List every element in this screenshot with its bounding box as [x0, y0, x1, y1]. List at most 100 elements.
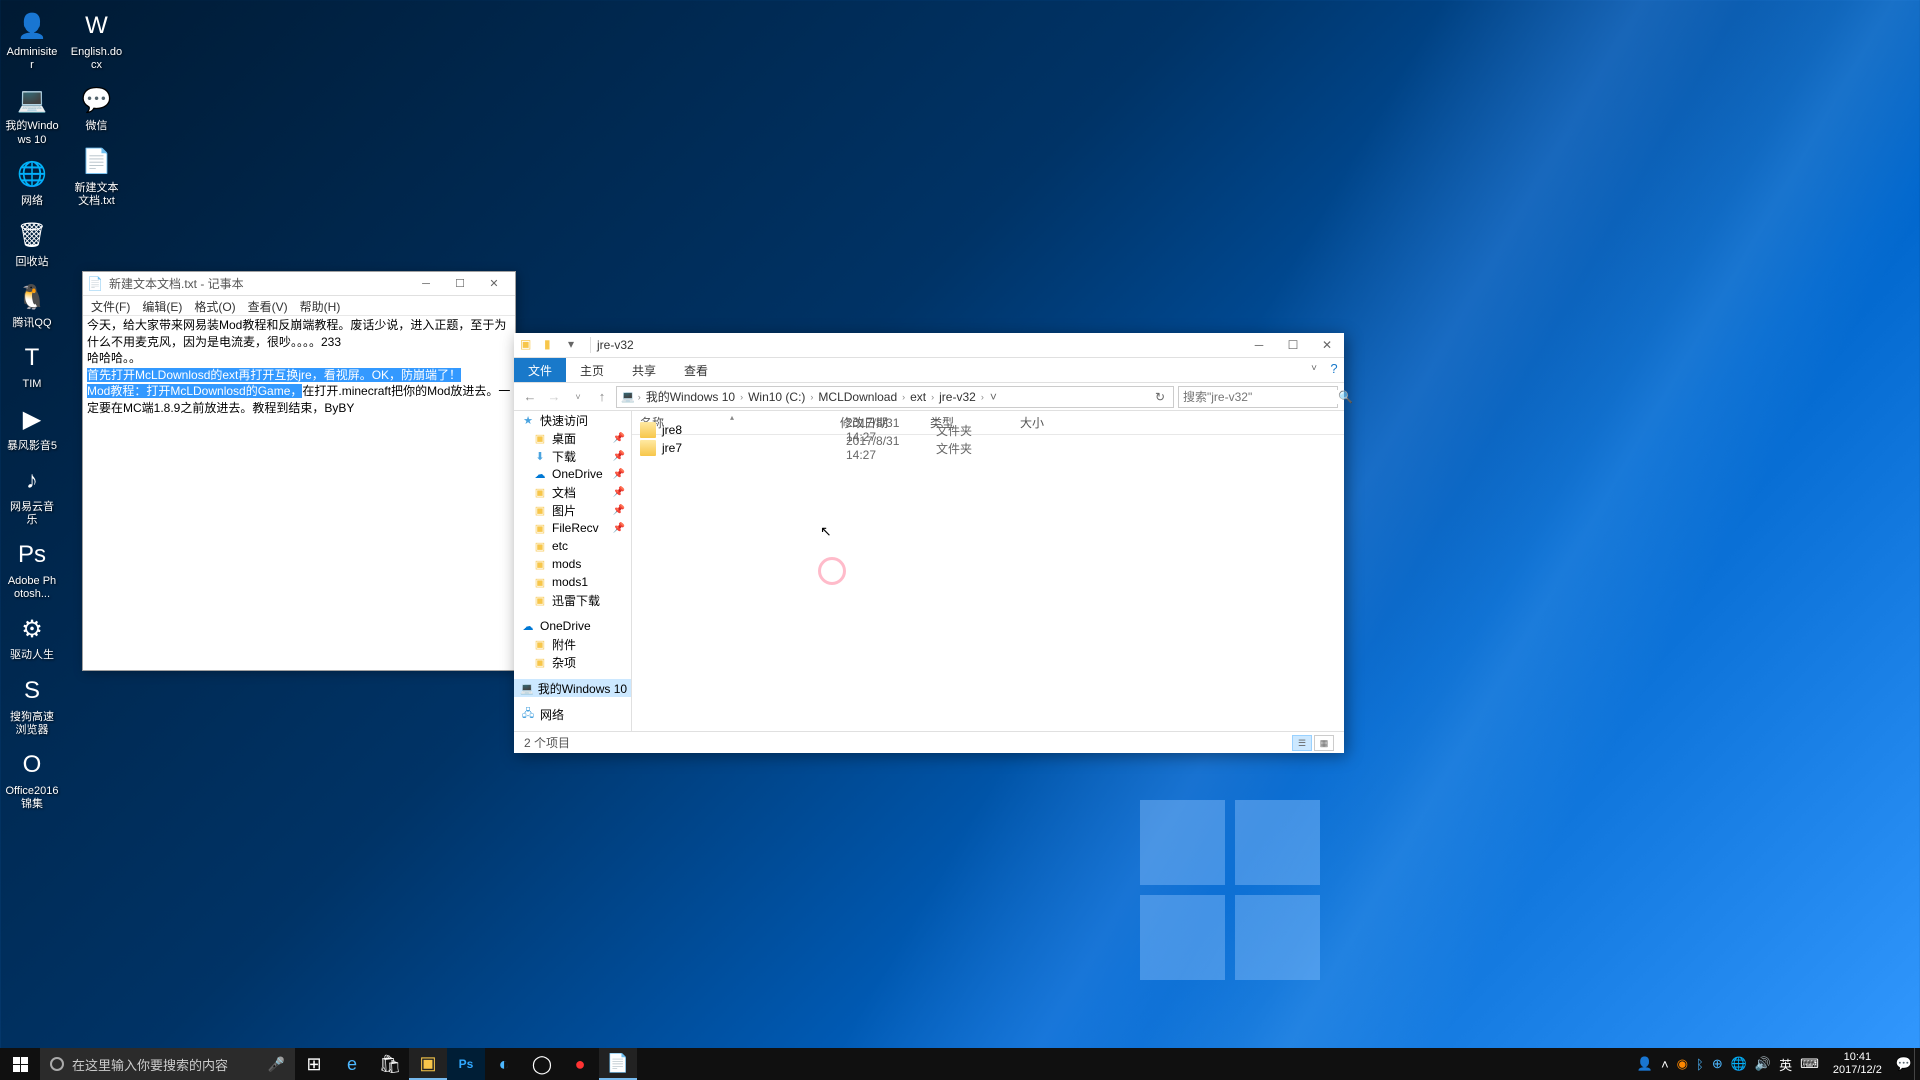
- nav-item[interactable]: 💻我的Windows 10: [514, 679, 631, 697]
- volume-icon[interactable]: 🔊: [1755, 1056, 1771, 1072]
- menu-item[interactable]: 格式(O): [188, 296, 241, 315]
- address-bar[interactable]: 💻 › 我的Windows 10›Win10 (C:)›MCLDownload›…: [616, 386, 1174, 408]
- mic-icon[interactable]: 🎤: [268, 1056, 285, 1073]
- nav-item[interactable]: 🖧网络: [514, 705, 631, 723]
- nav-item[interactable]: ▣迅雷下载: [514, 591, 631, 609]
- menu-item[interactable]: 文件(F): [85, 296, 136, 315]
- menu-item[interactable]: 查看(V): [242, 296, 294, 315]
- chevron-right-icon[interactable]: ›: [899, 392, 908, 402]
- back-button[interactable]: ←: [520, 387, 540, 407]
- qat-icon[interactable]: ▮: [544, 337, 560, 353]
- ribbon-tab[interactable]: 共享: [618, 358, 670, 382]
- breadcrumb[interactable]: MCLDownload: [816, 390, 899, 404]
- chevron-right-icon[interactable]: ›: [928, 392, 937, 402]
- icons-view-button[interactable]: ▦: [1314, 735, 1334, 751]
- chevron-right-icon[interactable]: ›: [807, 392, 816, 402]
- maximize-button[interactable]: ☐: [443, 273, 477, 295]
- desktop-icon[interactable]: 🗑回收站: [5, 220, 59, 269]
- ime-icon[interactable]: ⌨: [1800, 1056, 1819, 1072]
- search-input[interactable]: [1183, 390, 1338, 404]
- search-icon[interactable]: 🔍: [1338, 390, 1353, 404]
- breadcrumb[interactable]: ext: [908, 390, 928, 404]
- nav-pane[interactable]: ★快速访问▣桌面📌⬇下载📌☁OneDrive📌▣文档📌▣图片📌▣FileRecv…: [514, 411, 632, 731]
- desktop-icon[interactable]: TTIM: [5, 342, 59, 391]
- nav-item[interactable]: ⬇下载📌: [514, 447, 631, 465]
- ribbon-tab[interactable]: 文件: [514, 358, 566, 382]
- nav-item[interactable]: ▣附件: [514, 635, 631, 653]
- record-button[interactable]: ●: [561, 1048, 599, 1080]
- qat-dropdown-icon[interactable]: ▾: [568, 337, 584, 353]
- details-view-button[interactable]: ☰: [1292, 735, 1312, 751]
- nav-item[interactable]: ▣mods1: [514, 573, 631, 591]
- task-view-button[interactable]: ⊞: [295, 1048, 333, 1080]
- taskbar-search[interactable]: 在这里输入你要搜索的内容 🎤: [40, 1048, 295, 1080]
- minimize-button[interactable]: ─: [1242, 333, 1276, 357]
- desktop-icon[interactable]: S搜狗高速浏览器: [5, 675, 59, 737]
- photoshop-button[interactable]: Ps: [447, 1048, 485, 1080]
- browser-button[interactable]: ◐: [485, 1048, 523, 1080]
- maximize-button[interactable]: ☐: [1276, 333, 1310, 357]
- desktop-icon[interactable]: WEnglish.docx: [69, 10, 123, 72]
- close-button[interactable]: ✕: [477, 273, 511, 295]
- notifications-icon[interactable]: 💬: [1896, 1056, 1912, 1072]
- desktop-icon[interactable]: OOffice2016 锦集: [5, 749, 59, 811]
- edge-button[interactable]: e: [333, 1048, 371, 1080]
- ime-indicator[interactable]: 英: [1779, 1055, 1792, 1074]
- desktop-icon[interactable]: 💬微信: [69, 84, 123, 133]
- address-dropdown-icon[interactable]: ˅: [987, 390, 1000, 404]
- desktop-icon[interactable]: 📄新建文本文档.txt: [69, 146, 123, 208]
- file-pane[interactable]: 名称 修改日期 类型 大小 ▴ jre82017/8/31 14:27文件夹jr…: [632, 411, 1344, 731]
- ribbon-tab[interactable]: 主页: [566, 358, 618, 382]
- notepad-taskbar-button[interactable]: 📄: [599, 1048, 637, 1080]
- nav-item[interactable]: ▣文档📌: [514, 483, 631, 501]
- clock[interactable]: 10:41 2017/12/2: [1827, 1051, 1888, 1077]
- nav-item[interactable]: ▣桌面📌: [514, 429, 631, 447]
- refresh-icon[interactable]: ↻: [1151, 390, 1169, 404]
- up-button[interactable]: ↑: [592, 387, 612, 407]
- explorer-window[interactable]: ▣ ▮ ▾ jre-v32 ─ ☐ ✕ 文件主页共享查看 ˅ ? ← → ˅ ↑…: [514, 333, 1344, 753]
- chevron-right-icon[interactable]: ›: [978, 392, 987, 402]
- nav-item[interactable]: ☁OneDrive: [514, 617, 631, 635]
- start-button[interactable]: [0, 1048, 40, 1080]
- nav-item[interactable]: ▣mods: [514, 555, 631, 573]
- file-row[interactable]: jre82017/8/31 14:27文件夹: [632, 421, 1344, 439]
- ribbon-tab[interactable]: 查看: [670, 358, 722, 382]
- forward-button[interactable]: →: [544, 387, 564, 407]
- desktop-icon[interactable]: PsAdobe Photosh...: [5, 539, 59, 601]
- explorer-titlebar[interactable]: ▣ ▮ ▾ jre-v32 ─ ☐ ✕: [514, 333, 1344, 358]
- chevron-right-icon[interactable]: ›: [737, 392, 746, 402]
- breadcrumb[interactable]: Win10 (C:): [746, 390, 807, 404]
- tray-app-icon[interactable]: ◉: [1677, 1056, 1688, 1072]
- desktop-icon[interactable]: ⚙驱动人生: [5, 613, 59, 662]
- desktop-icon[interactable]: 👤Adminisiter: [5, 10, 59, 72]
- minimize-button[interactable]: ─: [409, 273, 443, 295]
- store-button[interactable]: 🛍: [371, 1048, 409, 1080]
- nav-item[interactable]: ▣杂项: [514, 653, 631, 671]
- search-box[interactable]: 🔍: [1178, 386, 1338, 408]
- close-button[interactable]: ✕: [1310, 333, 1344, 357]
- nav-item[interactable]: ▣FileRecv📌: [514, 519, 631, 537]
- network-icon[interactable]: 🌐: [1731, 1056, 1747, 1072]
- notepad-titlebar[interactable]: 📄 新建文本文档.txt - 记事本 ─ ☐ ✕: [83, 272, 515, 296]
- notepad-window[interactable]: 📄 新建文本文档.txt - 记事本 ─ ☐ ✕ 文件(F)编辑(E)格式(O)…: [82, 271, 516, 671]
- notepad-content[interactable]: 今天，给大家带来网易装Mod教程和反崩端教程。废话少说，进入正题，至于为什么不用…: [83, 316, 515, 420]
- nav-item[interactable]: ▣etc: [514, 537, 631, 555]
- nav-item[interactable]: ☁OneDrive📌: [514, 465, 631, 483]
- menu-item[interactable]: 编辑(E): [136, 296, 188, 315]
- explorer-taskbar-button[interactable]: ▣: [409, 1048, 447, 1080]
- file-row[interactable]: jre72017/8/31 14:27文件夹: [632, 439, 1344, 457]
- app-button[interactable]: ◯: [523, 1048, 561, 1080]
- breadcrumb[interactable]: jre-v32: [937, 390, 978, 404]
- desktop-icon[interactable]: ▶暴风影音5: [5, 404, 59, 453]
- show-desktop-button[interactable]: [1914, 1048, 1920, 1080]
- ribbon-expand-icon[interactable]: ˅: [1304, 358, 1324, 382]
- help-icon[interactable]: ?: [1324, 358, 1344, 382]
- recent-dropdown-icon[interactable]: ˅: [568, 387, 588, 407]
- nav-item[interactable]: ▣图片📌: [514, 501, 631, 519]
- breadcrumb[interactable]: 我的Windows 10: [644, 388, 737, 405]
- desktop-icon[interactable]: 🌐网络: [5, 159, 59, 208]
- desktop-icon[interactable]: ♪网易云音乐: [5, 465, 59, 527]
- tray-expand-icon[interactable]: ˄: [1661, 1057, 1669, 1072]
- bluetooth-icon[interactable]: ᛒ: [1696, 1057, 1704, 1072]
- nav-item[interactable]: ★快速访问: [514, 411, 631, 429]
